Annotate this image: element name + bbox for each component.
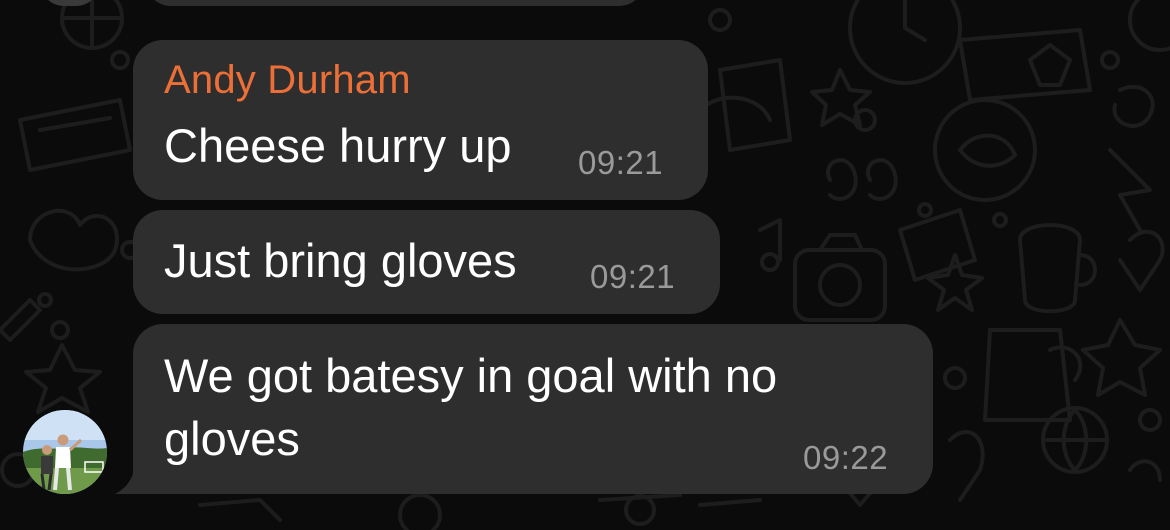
message-time: 09:21 (578, 144, 664, 181)
message-bubble[interactable]: Andy Durham Cheese hurry up 09:21 (133, 40, 708, 200)
message-text: Cheese hurry up (164, 119, 512, 172)
user-photo-icon (23, 410, 107, 494)
sender-name[interactable]: Andy Durham (164, 58, 411, 103)
message-bubble[interactable]: We got batesy in goal with no gloves 09:… (133, 324, 933, 494)
bubble-tail (115, 466, 153, 494)
message-text-line-1: We got batesy in goal with no (164, 349, 778, 402)
message-text: Just bring gloves (164, 234, 517, 287)
previous-message-bubble-partial (145, 0, 645, 6)
message-text-line-2: gloves (164, 412, 300, 465)
message-time: 09:22 (803, 439, 889, 476)
message-time: 09:21 (590, 258, 676, 295)
sender-avatar[interactable] (23, 410, 107, 494)
message-bubble[interactable]: Just bring gloves 09:21 (133, 210, 720, 314)
